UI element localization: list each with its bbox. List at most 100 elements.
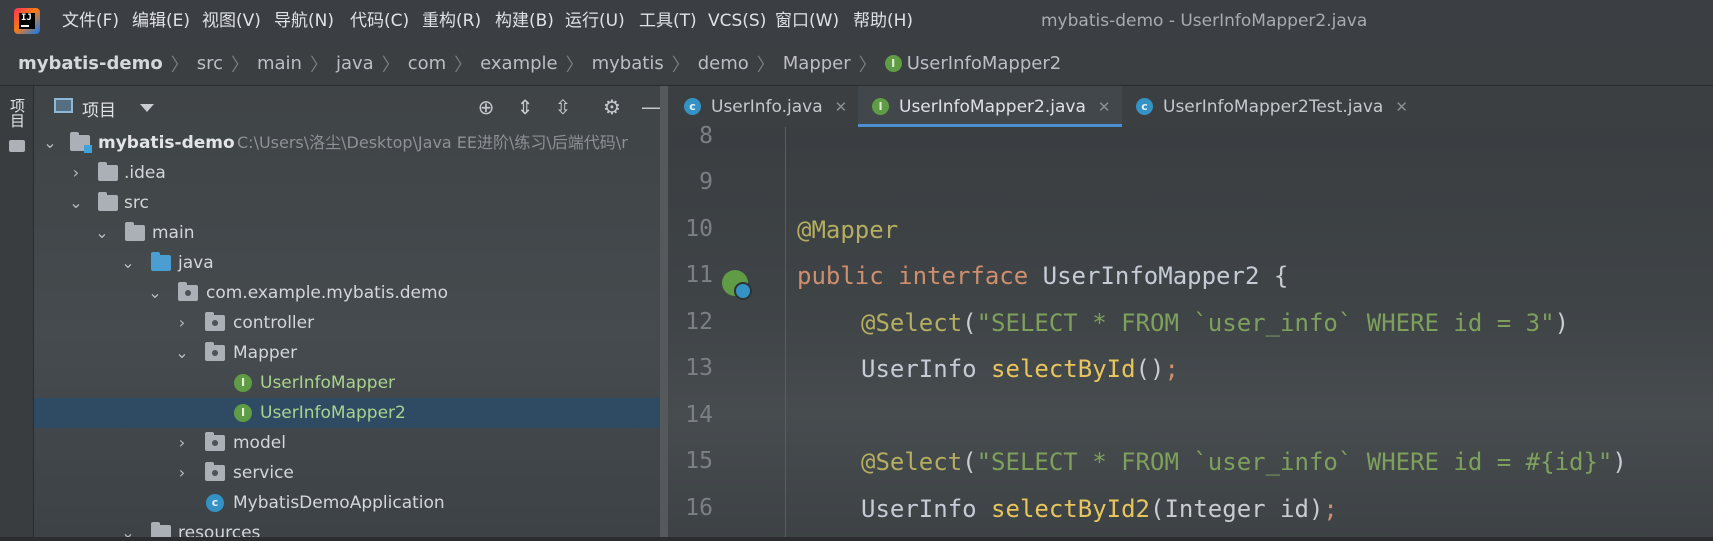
breadcrumb-item[interactable]: Mapper xyxy=(783,53,851,74)
collapse-all-icon[interactable]: ⇳ xyxy=(551,96,575,118)
menu-tools[interactable]: 工具(T) xyxy=(639,0,697,42)
tree-item[interactable]: ⌄ main xyxy=(34,218,660,248)
line-number: 14 xyxy=(685,402,713,428)
tree-item-label: com.example.mybatis.demo xyxy=(206,283,448,303)
close-icon[interactable]: ✕ xyxy=(1098,98,1111,116)
breadcrumb-item[interactable]: java xyxy=(336,53,374,74)
menu-navigate[interactable]: 导航(N) xyxy=(274,0,334,42)
line-number: 16 xyxy=(685,495,713,521)
menu-refactor[interactable]: 重构(R) xyxy=(422,0,481,42)
line-number: 15 xyxy=(685,448,713,474)
chevron-down-icon[interactable]: ⌄ xyxy=(68,188,84,218)
menu-view[interactable]: 视图(V) xyxy=(202,0,261,42)
tree-item[interactable]: › .idea xyxy=(34,158,660,188)
tree-item-label: mybatis-demo xyxy=(98,133,235,153)
chevron-right-icon[interactable]: › xyxy=(174,428,190,458)
menu-help[interactable]: 帮助(H) xyxy=(853,0,913,42)
tree-item[interactable]: I UserInfoMapper xyxy=(34,368,660,398)
tree-item[interactable]: ⌄ src xyxy=(34,188,660,218)
tree-item[interactable]: › model xyxy=(34,428,660,458)
annotation: @Select xyxy=(861,309,963,337)
tree-item[interactable]: ⌄ Mapper xyxy=(34,338,660,368)
line-number: 12 xyxy=(685,309,713,335)
chevron-right-icon: 〉 xyxy=(309,54,328,76)
tree-item-label: model xyxy=(233,433,286,453)
chevron-down-icon[interactable] xyxy=(140,104,154,112)
breadcrumb-item[interactable]: main xyxy=(257,53,302,74)
tab-userinfo[interactable]: c UserInfo.java ✕ xyxy=(684,86,854,127)
tab-label: UserInfo.java xyxy=(711,96,823,117)
breadcrumb-item[interactable]: src xyxy=(197,53,223,74)
breadcrumb-item[interactable]: com xyxy=(408,53,446,74)
line-number: 13 xyxy=(685,355,713,381)
chevron-right-icon: 〉 xyxy=(170,54,189,76)
tree-item-path: C:\Users\洛尘\Desktop\Java EE进阶\练习\后端代码\r xyxy=(237,133,628,152)
close-icon[interactable]: ✕ xyxy=(835,98,848,116)
tree-item[interactable]: ⌄ mybatis-demo C:\Users\洛尘\Desktop\Java … xyxy=(34,128,660,158)
menu-vcs[interactable]: VCS(S) xyxy=(708,0,766,42)
chevron-down-icon[interactable]: ⌄ xyxy=(42,128,58,158)
code-line[interactable]: @Mapper xyxy=(797,216,898,262)
keyword: interface xyxy=(898,262,1029,290)
chevron-down-icon[interactable]: ⌄ xyxy=(120,518,136,537)
paren: ) xyxy=(1612,448,1627,476)
tree-item-selected[interactable]: I UserInfoMapper2 xyxy=(34,398,660,428)
breadcrumb-item[interactable]: mybatis-demo xyxy=(18,53,163,74)
annotation: @Select xyxy=(861,448,963,476)
code-line[interactable]: @Select("SELECT * FROM `user_info` WHERE… xyxy=(861,309,1569,355)
window-title: mybatis-demo - UserInfoMapper2.java xyxy=(1041,11,1368,31)
package-icon xyxy=(205,432,225,451)
breadcrumb-item[interactable]: mybatis xyxy=(592,53,664,74)
project-tool-button[interactable]: 项目 xyxy=(6,98,28,128)
menu-edit[interactable]: 编辑(E) xyxy=(132,0,190,42)
chevron-down-icon[interactable]: ⌄ xyxy=(147,278,163,308)
chevron-right-icon[interactable]: › xyxy=(174,308,190,338)
intellij-logo-icon[interactable]: IJ xyxy=(14,8,40,34)
tab-userinfomapper2test[interactable]: c UserInfoMapper2Test.java ✕ xyxy=(1136,86,1426,127)
brace: { xyxy=(1259,262,1289,290)
locate-icon[interactable]: ⊕ xyxy=(474,96,498,118)
panel-title[interactable]: 项目 xyxy=(82,96,116,121)
menu-code[interactable]: 代码(C) xyxy=(350,0,409,42)
tree-item[interactable]: ⌄ com.example.mybatis.demo xyxy=(34,278,660,308)
tree-item[interactable]: ⌄ resources xyxy=(34,518,660,537)
chevron-down-icon[interactable]: ⌄ xyxy=(94,218,110,248)
string-literal: "SELECT * FROM `user_info` WHERE id = 3" xyxy=(976,309,1555,337)
chevron-down-icon[interactable]: ⌄ xyxy=(174,338,190,368)
type-name: UserInfo xyxy=(861,355,992,383)
chevron-down-icon[interactable]: ⌄ xyxy=(120,248,136,278)
code-line[interactable]: @Select("SELECT * FROM `user_info` WHERE… xyxy=(861,448,1627,494)
code-line[interactable]: UserInfo selectById2(Integer id); xyxy=(861,495,1338,541)
tree-item[interactable]: c MybatisDemoApplication xyxy=(34,488,660,518)
menu-window[interactable]: 窗口(W) xyxy=(775,0,839,42)
expand-all-icon[interactable]: ⇕ xyxy=(513,96,537,118)
paren: ( xyxy=(962,448,977,476)
panel-splitter[interactable] xyxy=(660,86,668,537)
code-line[interactable]: UserInfo selectById(); xyxy=(861,355,1179,401)
code-line[interactable]: public interface UserInfoMapper2 { xyxy=(797,262,1288,308)
menu-run[interactable]: 运行(U) xyxy=(565,0,625,42)
chevron-right-icon[interactable]: › xyxy=(68,158,84,188)
breadcrumb-item[interactable]: UserInfoMapper2 xyxy=(907,53,1061,74)
tree-item[interactable]: › service xyxy=(34,458,660,488)
folder-icon xyxy=(125,222,145,241)
folder-icon[interactable] xyxy=(9,140,25,152)
folder-icon xyxy=(151,522,171,537)
semicolon: ; xyxy=(1164,355,1179,383)
breadcrumb-item[interactable]: example xyxy=(480,53,557,74)
gear-icon[interactable]: ⚙ xyxy=(600,96,624,118)
tab-userinfomapper2[interactable]: I UserInfoMapper2.java ✕ xyxy=(858,86,1122,127)
implemented-by-gutter-icon[interactable] xyxy=(722,270,752,300)
menu-build[interactable]: 构建(B) xyxy=(495,0,554,42)
package-icon xyxy=(178,282,198,301)
breadcrumb-item[interactable]: demo xyxy=(698,53,749,74)
close-icon[interactable]: ✕ xyxy=(1395,98,1408,116)
chevron-right-icon[interactable]: › xyxy=(174,458,190,488)
tree-item[interactable]: › controller xyxy=(34,308,660,338)
string-literal: "SELECT * FROM `user_info` WHERE id = #{… xyxy=(976,448,1613,476)
chevron-right-icon: 〉 xyxy=(858,54,877,76)
tree-item[interactable]: ⌄ java xyxy=(34,248,660,278)
breadcrumb: mybatis-demo 〉 src 〉 main 〉 java 〉 com 〉… xyxy=(0,42,1713,86)
menu-file[interactable]: 文件(F) xyxy=(62,0,119,42)
tree-item-label: src xyxy=(124,193,149,213)
